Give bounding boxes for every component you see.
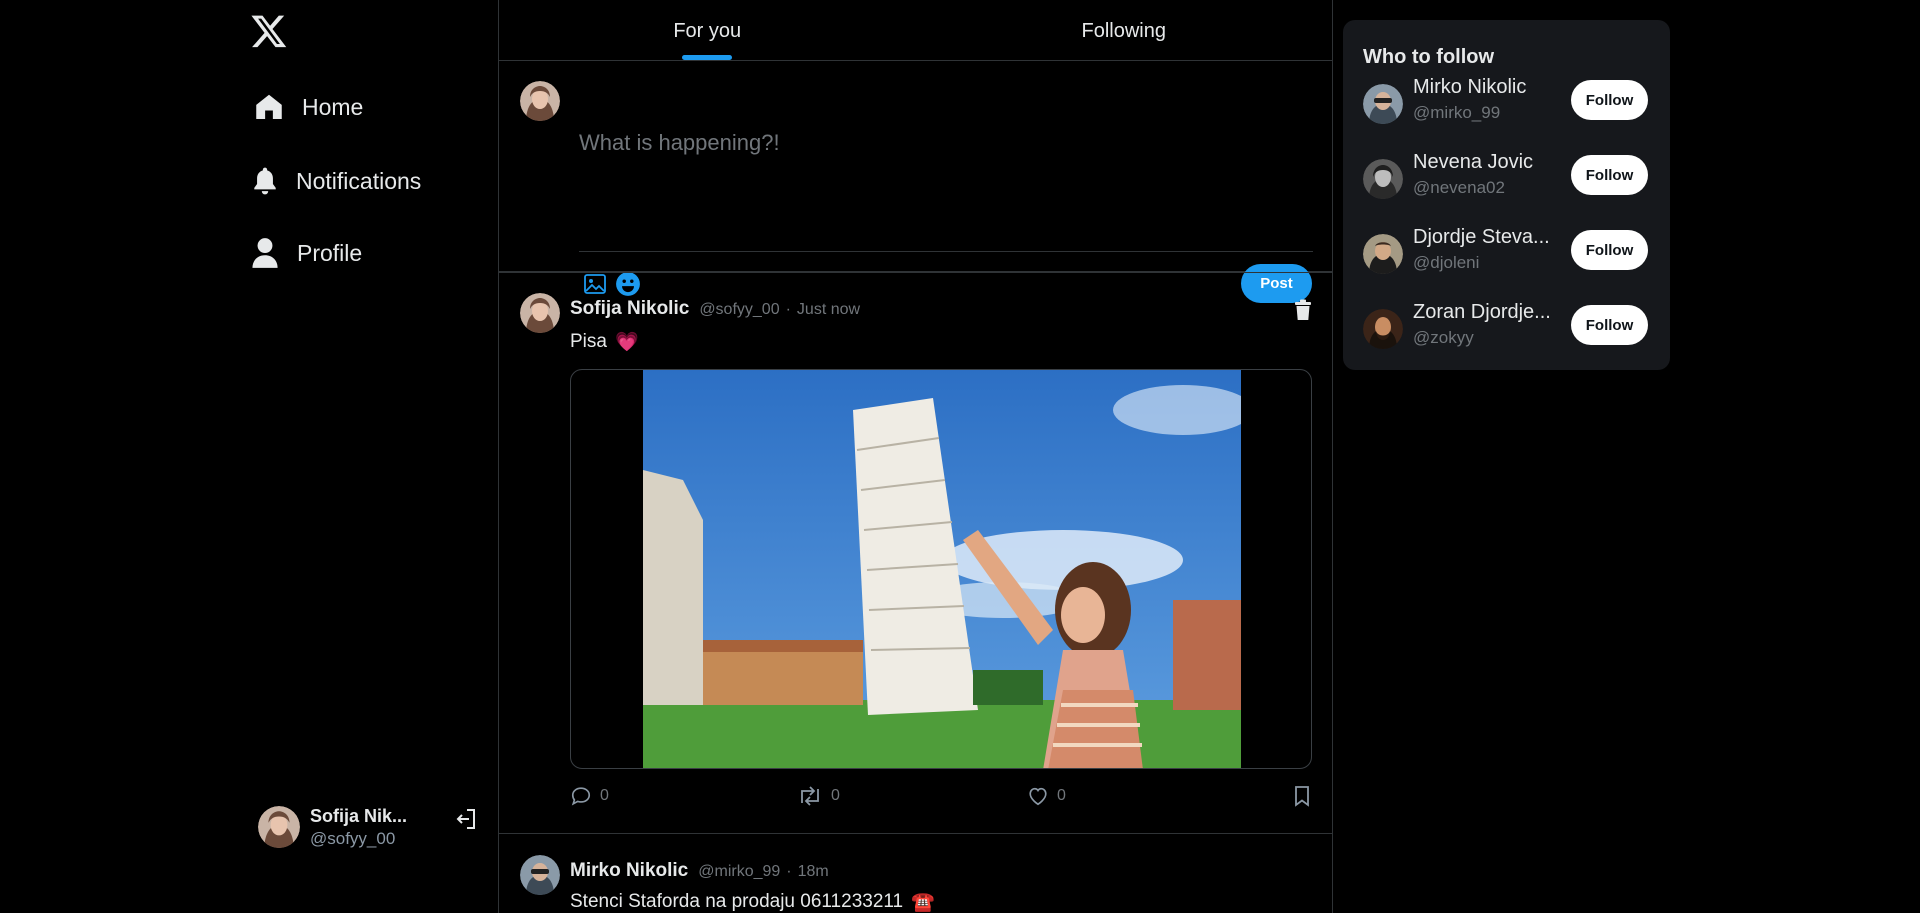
compose-input[interactable]: What is happening?! bbox=[579, 130, 780, 156]
retweet-icon bbox=[801, 786, 819, 806]
like-button[interactable]: 0 bbox=[1027, 785, 1066, 807]
avatar[interactable] bbox=[520, 855, 560, 895]
tweet-timestamp: 18m bbox=[797, 863, 829, 880]
active-tab-indicator bbox=[682, 55, 733, 60]
suggested-user-handle: @mirko_99 bbox=[1413, 103, 1501, 122]
suggested-user[interactable]: Zoran Djordje... @zokyy Follow bbox=[1363, 301, 1650, 361]
account-handle: @sofyy_00 bbox=[310, 828, 396, 848]
bookmark-button[interactable] bbox=[1292, 785, 1312, 807]
suggested-user-handle: @zokyy bbox=[1413, 328, 1474, 347]
avatar bbox=[1363, 159, 1403, 199]
account-name: Sofija Nik... bbox=[310, 806, 408, 827]
tweet-separator: · bbox=[786, 863, 792, 880]
tweet-author-name[interactable]: Mirko Nikolic bbox=[570, 860, 688, 882]
suggested-user-handle: @djoleni bbox=[1413, 253, 1480, 272]
tweet-header: Mirko Nikolic @mirko_99 · 18m bbox=[570, 860, 829, 882]
avatar bbox=[520, 81, 560, 121]
heart-icon bbox=[1029, 787, 1047, 806]
composer-divider bbox=[579, 251, 1313, 252]
tweet-body: Pisa bbox=[570, 331, 607, 352]
app-root: Home Notifications Profile Sofija Nik...… bbox=[0, 0, 1920, 913]
tweet-text: Pisa 💗 bbox=[570, 330, 639, 354]
tweet-author-handle: @sofyy_00 bbox=[699, 301, 780, 318]
tweet-composer: What is happening?! Post bbox=[499, 61, 1332, 303]
telephone-emoji: ☎️ bbox=[911, 892, 935, 913]
suggested-user[interactable]: Nevena Jovic @nevena02 Follow bbox=[1363, 151, 1650, 211]
tweet-actions: 0 0 0 bbox=[570, 785, 1312, 809]
suggested-user[interactable]: Djordje Steva... @djoleni Follow bbox=[1363, 226, 1650, 286]
tweet-author-handle: @mirko_99 bbox=[698, 863, 781, 880]
x-logo-icon[interactable] bbox=[250, 12, 288, 50]
tab-label: For you bbox=[673, 20, 742, 42]
tweet-timestamp: Just now bbox=[796, 301, 861, 318]
follow-button[interactable]: Follow bbox=[1571, 80, 1648, 120]
tweet-body: Stenci Staforda na prodaju 0611233211 bbox=[570, 891, 904, 912]
tweet-author-name[interactable]: Sofija Nikolic bbox=[570, 298, 689, 320]
main-feed: For you Following What is happening?! Po… bbox=[498, 0, 1333, 913]
follow-button[interactable]: Follow bbox=[1571, 230, 1648, 270]
follow-button[interactable]: Follow bbox=[1571, 155, 1648, 195]
tab-for-you[interactable]: For you bbox=[499, 0, 916, 60]
suggested-user-name: Djordje Steva... bbox=[1413, 226, 1550, 248]
avatar bbox=[258, 806, 300, 848]
bookmark-icon bbox=[1295, 786, 1309, 807]
like-count: 0 bbox=[1057, 787, 1066, 804]
sidebar-item-label: Profile bbox=[297, 239, 363, 266]
reply-count: 0 bbox=[600, 787, 609, 804]
sidebar-item-home[interactable]: Home bbox=[254, 92, 363, 122]
sidebar-item-profile[interactable]: Profile bbox=[251, 237, 362, 269]
suggested-user-name: Mirko Nikolic bbox=[1413, 76, 1527, 98]
home-icon bbox=[256, 94, 282, 119]
tweet[interactable]: Sofija Nikolic @sofyy_00 · Just now Pisa… bbox=[499, 272, 1332, 834]
leaning-tower-photo bbox=[643, 370, 1241, 768]
sidebar-item-label: Home bbox=[302, 93, 364, 120]
tweet-image[interactable] bbox=[570, 369, 1312, 769]
tweet[interactable]: Mirko Nikolic @mirko_99 · 18m Stenci Sta… bbox=[499, 835, 1332, 913]
sidebar-item-notifications[interactable]: Notifications bbox=[252, 166, 421, 196]
bell-icon bbox=[254, 167, 276, 195]
suggested-user[interactable]: Mirko Nikolic @mirko_99 Follow bbox=[1363, 76, 1650, 136]
who-to-follow-panel: Who to follow Mirko Nikolic @mirko_99 Fo… bbox=[1343, 20, 1670, 370]
retweet-count: 0 bbox=[831, 787, 840, 804]
avatar bbox=[1363, 234, 1403, 274]
reply-button[interactable]: 0 bbox=[570, 785, 609, 807]
avatar[interactable] bbox=[520, 293, 560, 333]
tweet-separator: · bbox=[785, 301, 791, 318]
user-icon bbox=[252, 238, 278, 268]
account-info: Sofija Nik... @sofyy_00 bbox=[310, 805, 407, 849]
feed-tabs: For you Following bbox=[499, 0, 1332, 61]
account-switcher[interactable]: Sofija Nik... @sofyy_00 bbox=[258, 804, 480, 850]
trash-icon[interactable] bbox=[1293, 299, 1313, 321]
tweet-header: Sofija Nikolic @sofyy_00 · Just now bbox=[570, 298, 860, 320]
logout-icon[interactable] bbox=[454, 807, 478, 831]
sidebar-item-label: Notifications bbox=[296, 167, 422, 194]
avatar bbox=[1363, 309, 1403, 349]
avatar bbox=[1363, 84, 1403, 124]
panel-title: Who to follow bbox=[1363, 46, 1495, 68]
tab-following[interactable]: Following bbox=[916, 0, 1333, 60]
suggested-user-name: Nevena Jovic bbox=[1413, 151, 1534, 173]
tweet-text: Stenci Staforda na prodaju 0611233211 ☎️ bbox=[570, 890, 935, 913]
left-sidebar: Home Notifications Profile Sofija Nik...… bbox=[0, 0, 498, 913]
tab-label: Following bbox=[1081, 20, 1166, 42]
follow-button[interactable]: Follow bbox=[1571, 305, 1648, 345]
suggested-user-name: Zoran Djordje... bbox=[1413, 301, 1551, 323]
retweet-button[interactable]: 0 bbox=[797, 785, 840, 807]
suggested-user-handle: @nevena02 bbox=[1413, 178, 1505, 197]
heart-emoji: 💗 bbox=[614, 332, 639, 353]
reply-icon bbox=[571, 787, 591, 806]
